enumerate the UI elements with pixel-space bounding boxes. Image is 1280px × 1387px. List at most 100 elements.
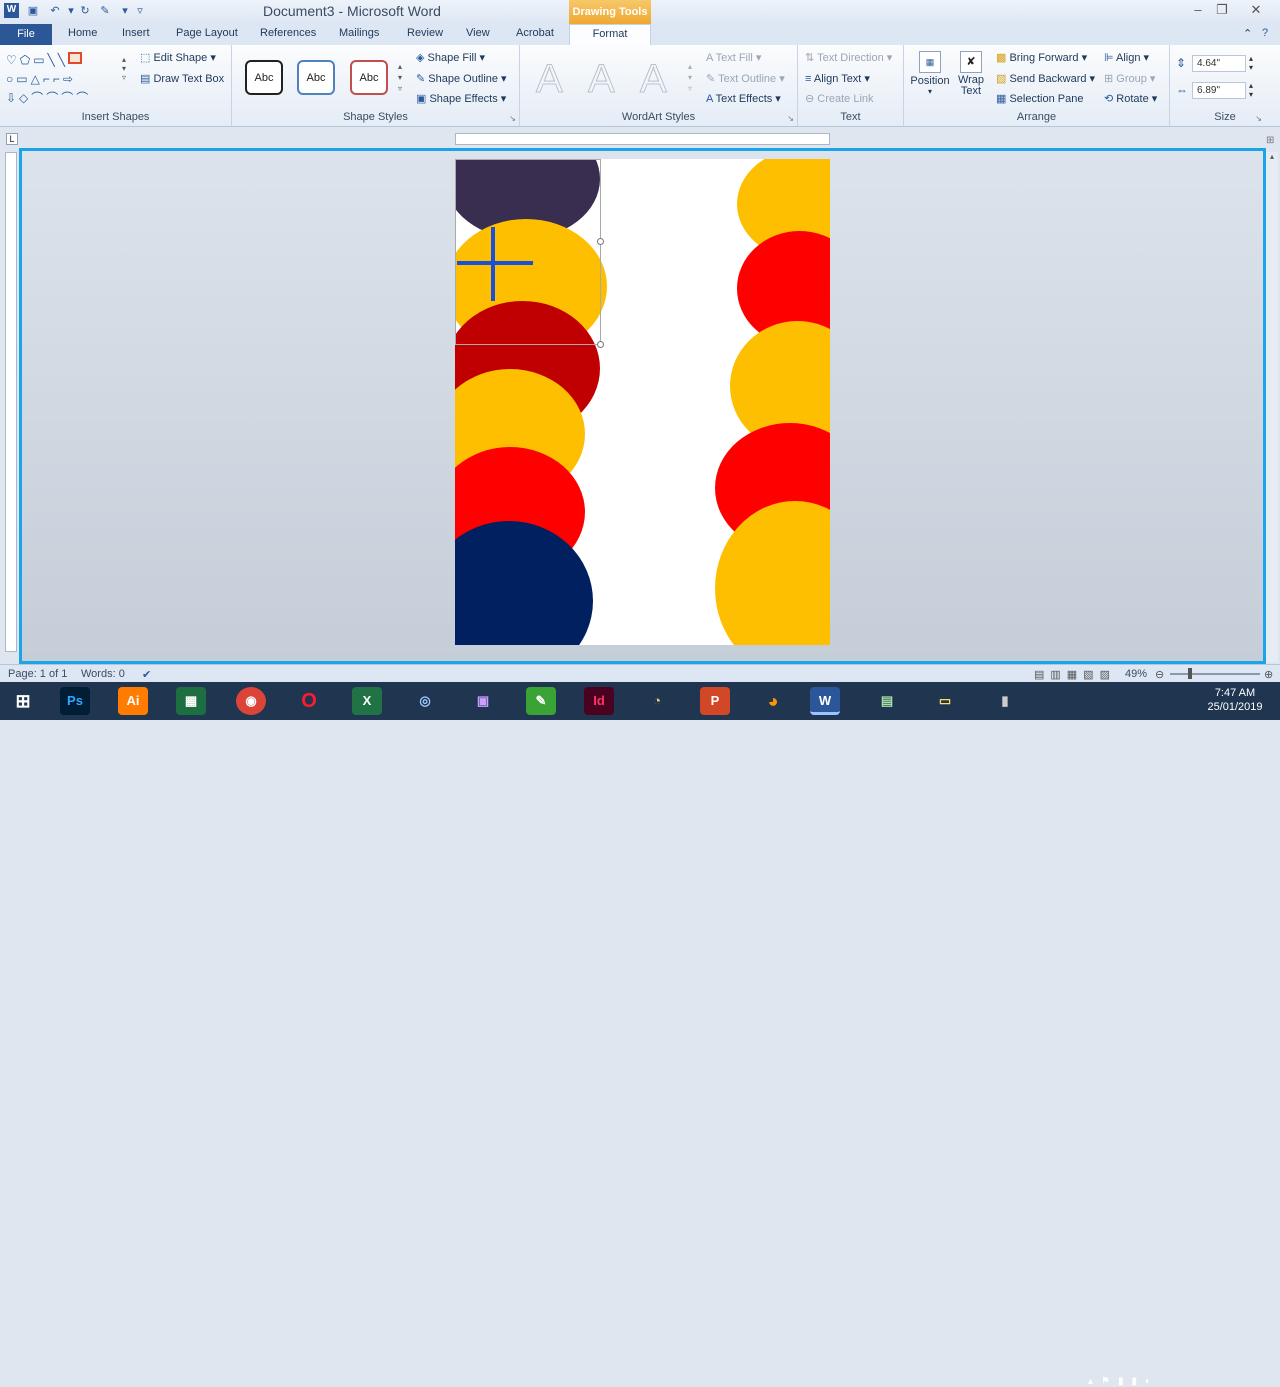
text-direction-button[interactable]: ⇅ Text Direction ▾ xyxy=(805,51,892,64)
tab-mailings[interactable]: Mailings xyxy=(339,27,379,39)
tab-page-layout[interactable]: Page Layout xyxy=(176,27,238,39)
spreadsheet-app-icon[interactable]: ▦ xyxy=(176,687,206,715)
shape-style-blue[interactable]: Abc xyxy=(297,60,335,95)
page-count[interactable]: Page: 1 of 1 xyxy=(8,668,67,680)
window-title: Document3 - Microsoft Word xyxy=(263,3,441,19)
word-count[interactable]: Words: 0 xyxy=(81,668,125,680)
proofing-icon[interactable]: ✔ xyxy=(142,668,151,681)
text-effects-button[interactable]: A Text Effects ▾ xyxy=(706,92,781,105)
zoom-in-icon[interactable]: ⊕ xyxy=(1264,668,1273,681)
text-fill-button[interactable]: A Text Fill ▾ xyxy=(706,51,761,64)
resize-handle[interactable] xyxy=(597,238,604,245)
chrome-icon[interactable]: ◉ xyxy=(236,687,266,715)
photoshop-app[interactable]: Ps xyxy=(60,687,90,715)
close-button[interactable]: ✕ xyxy=(1244,2,1268,20)
document-page[interactable] xyxy=(455,159,830,645)
shape-style-black[interactable]: Abc xyxy=(245,60,283,95)
vertical-scrollbar[interactable]: ▴ xyxy=(1266,152,1278,662)
tab-selector-icon[interactable]: L xyxy=(6,133,18,145)
messenger-app-icon[interactable]: ◔ xyxy=(642,687,672,715)
word-app[interactable]: W xyxy=(810,687,840,715)
size-launcher-icon[interactable]: ↘ xyxy=(1255,114,1262,123)
customize-qat-icon[interactable]: ▿ xyxy=(133,4,147,18)
save-icon[interactable]: ▣ xyxy=(26,4,40,18)
tab-file[interactable]: File xyxy=(0,24,52,45)
notes-app-icon[interactable]: ▤ xyxy=(872,687,902,715)
group-arrange: ▦ Position ▾ ✘ Wrap Text ▩ Bring Forward… xyxy=(904,45,1170,126)
tab-acrobat[interactable]: Acrobat xyxy=(516,27,554,39)
shape-styles-more-icon[interactable]: ▴ ▾ ▿ xyxy=(398,61,402,94)
undo-icon[interactable]: ↶ xyxy=(48,4,62,18)
group-button[interactable]: ⊞ Group ▾ xyxy=(1104,72,1155,85)
wrap-text-button[interactable]: ✘ Wrap Text xyxy=(954,49,988,109)
qat-dropdown-icon[interactable]: ▾ xyxy=(118,4,132,18)
system-tray-icons[interactable]: ▴⚑▮▮◐ xyxy=(1088,1376,1159,1387)
height-spinner-icon[interactable]: ▴ ▾ xyxy=(1249,54,1253,72)
help-icon[interactable]: ? xyxy=(1262,27,1268,39)
powerpoint-icon[interactable]: P xyxy=(700,687,730,715)
image-app-icon[interactable]: ▣ xyxy=(468,687,498,715)
view-ruler-icon[interactable]: ⊞ xyxy=(1266,135,1274,146)
align-text-button[interactable]: ≡ Align Text ▾ xyxy=(805,72,870,85)
shape-height-input[interactable]: 4.64" xyxy=(1192,55,1246,72)
send-backward-button[interactable]: ▧ Send Backward ▾ xyxy=(996,72,1095,85)
width-spinner-icon[interactable]: ▴ ▾ xyxy=(1249,81,1253,99)
zoom-out-icon[interactable]: ⊖ xyxy=(1155,668,1164,681)
wordart-style-1[interactable]: A xyxy=(536,57,564,102)
wordart-launcher-icon[interactable]: ↘ xyxy=(787,114,794,123)
tab-review[interactable]: Review xyxy=(407,27,443,39)
resize-handle[interactable] xyxy=(597,341,604,348)
draw-text-box-button[interactable]: ▤ Draw Text Box xyxy=(140,72,224,85)
wordart-style-3[interactable]: A xyxy=(640,57,668,102)
minimize-button[interactable]: – xyxy=(1186,2,1210,20)
tab-insert[interactable]: Insert xyxy=(122,27,150,39)
shape-width-input[interactable]: 6.89" xyxy=(1192,82,1246,99)
selection-pane-button[interactable]: ▦ Selection Pane xyxy=(996,92,1083,105)
zoom-slider-thumb[interactable] xyxy=(1188,668,1192,679)
create-link-button[interactable]: ⊖ Create Link xyxy=(805,92,874,105)
shape-styles-launcher-icon[interactable]: ↘ xyxy=(509,114,516,123)
text-outline-button[interactable]: ✎ Text Outline ▾ xyxy=(706,72,785,85)
green-app-icon[interactable]: ✎ xyxy=(526,687,556,715)
tab-view[interactable]: View xyxy=(466,27,490,39)
firefox-icon[interactable]: ◕ xyxy=(758,687,788,715)
tab-format[interactable]: Format xyxy=(569,24,651,45)
edit-shape-button[interactable]: ⬚ Edit Shape ▾ xyxy=(140,51,216,64)
word-app-icon[interactable]: W xyxy=(4,3,19,18)
minimize-ribbon-icon[interactable]: ⌃ xyxy=(1243,27,1252,40)
wordart-more-icon[interactable]: ▴ ▾ ▿ xyxy=(688,61,692,94)
zoom-slider[interactable] xyxy=(1170,673,1260,675)
vertical-ruler[interactable] xyxy=(5,152,17,652)
undo-dropdown-icon[interactable]: ▾ xyxy=(64,4,78,18)
redo-icon[interactable]: ↻ xyxy=(78,4,92,18)
clock-date: 25/01/2019 xyxy=(1207,701,1263,713)
clock-time: 7:47 AM xyxy=(1214,687,1256,699)
shapes-gallery[interactable]: ♡⬠▭╲╲ ○▭△⌐⌐⇨ ⇩◇⌒⌒⌒⌒ xyxy=(6,51,130,107)
taskbar-clock[interactable]: 7:47 AM 25/01/2019 xyxy=(1200,686,1270,714)
shape-style-red[interactable]: Abc xyxy=(350,60,388,95)
file-explorer-icon[interactable]: ▭ xyxy=(930,687,960,715)
shape-outline-button[interactable]: ✎ Shape Outline ▾ xyxy=(416,72,507,85)
maximize-button[interactable]: ❐ xyxy=(1210,2,1234,20)
tab-home[interactable]: Home xyxy=(68,27,97,39)
opera-icon[interactable]: O xyxy=(294,687,324,715)
indesign-app[interactable]: Id xyxy=(584,687,614,715)
tab-references[interactable]: References xyxy=(260,27,316,39)
bring-forward-button[interactable]: ▩ Bring Forward ▾ xyxy=(996,51,1087,64)
format-painter-icon[interactable]: ✎ xyxy=(98,4,112,18)
position-button[interactable]: ▦ Position ▾ xyxy=(910,49,950,109)
rotate-button[interactable]: ⟲ Rotate ▾ xyxy=(1104,92,1157,105)
wordart-style-2[interactable]: A xyxy=(588,57,616,102)
zoom-level[interactable]: 49% xyxy=(1125,668,1147,680)
shape-fill-button[interactable]: ◈ Shape Fill ▾ xyxy=(416,51,485,64)
shape-effects-button[interactable]: ▣ Shape Effects ▾ xyxy=(416,92,506,105)
shapes-scroll-up-icon[interactable]: ▴ ▾ ▿ xyxy=(122,55,126,82)
camera-app-icon[interactable]: ◎ xyxy=(410,687,440,715)
view-buttons[interactable]: ▤▥▦▧▨ xyxy=(1034,668,1116,681)
excel-icon[interactable]: X xyxy=(352,687,382,715)
illustrator-app[interactable]: Ai xyxy=(118,687,148,715)
horizontal-ruler[interactable] xyxy=(455,133,830,145)
start-button[interactable]: ⊞ xyxy=(8,687,38,715)
media-app-icon[interactable]: ▮ xyxy=(990,687,1020,715)
align-button[interactable]: ⊫ Align ▾ xyxy=(1104,51,1149,64)
